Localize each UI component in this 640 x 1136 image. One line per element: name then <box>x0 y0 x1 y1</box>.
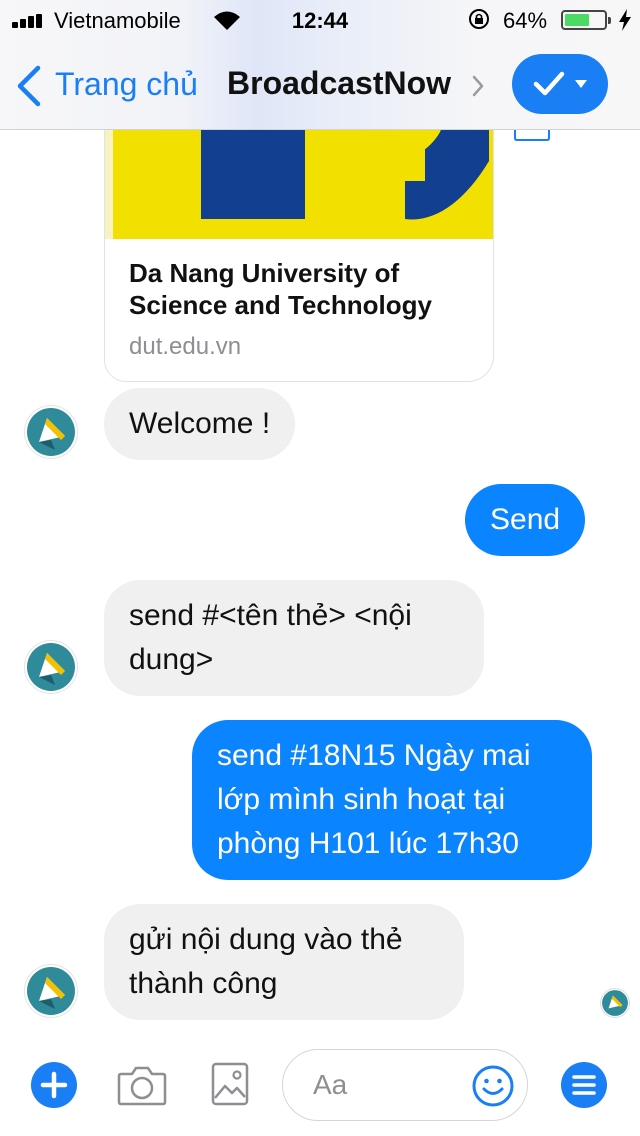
plus-icon <box>40 1071 68 1099</box>
bot-avatar[interactable] <box>24 640 78 694</box>
seen-indicator-avatar <box>600 988 630 1018</box>
checkmark-icon <box>533 71 565 96</box>
back-chevron-icon[interactable] <box>14 64 44 108</box>
link-preview-title: Da Nang University of Science and Techno… <box>129 258 432 320</box>
hamburger-menu-icon <box>572 1075 596 1095</box>
caret-down-icon <box>575 80 587 88</box>
status-bar: Vietnamobile 12:44 64% <box>0 0 640 40</box>
message-bubble-outgoing[interactable]: send #18N15 Ngày mai lớp mình sinh hoạt … <box>192 720 592 880</box>
gallery-icon[interactable] <box>211 1062 249 1106</box>
message-bubble-incoming[interactable]: Welcome ! <box>104 388 296 460</box>
message-bubble-incoming[interactable]: gửi nội dung vào thẻ thành công <box>104 904 464 1020</box>
chevron-right-icon[interactable] <box>471 74 485 98</box>
battery-percent: 64% <box>503 8 548 33</box>
megaphone-icon <box>27 967 75 1015</box>
status-toggle-button[interactable] <box>512 54 608 114</box>
navigation-bar: Trang chủ BroadcastNow <box>0 40 640 130</box>
megaphone-icon <box>602 990 628 1016</box>
battery-icon <box>561 10 611 30</box>
conversation: Da Nang University of Science and Techno… <box>0 0 640 1040</box>
message-bubble-incoming[interactable]: send #<tên thẻ> <nội dung> <box>104 580 484 696</box>
back-button[interactable]: Trang chủ <box>55 66 198 103</box>
charging-bolt-icon <box>619 9 631 31</box>
rotation-lock-icon <box>469 9 489 29</box>
bot-avatar[interactable] <box>24 964 78 1018</box>
composer-bar <box>0 1040 640 1136</box>
menu-button[interactable] <box>561 1062 607 1108</box>
add-button[interactable] <box>31 1062 77 1108</box>
megaphone-icon <box>27 643 75 691</box>
link-preview-domain: dut.edu.vn <box>129 333 242 360</box>
bot-avatar[interactable] <box>24 405 78 459</box>
link-preview-text: Da Nang University of Science and Techno… <box>129 257 479 361</box>
camera-icon[interactable] <box>117 1064 167 1106</box>
battery-level-fill <box>565 14 589 26</box>
megaphone-icon <box>27 408 75 456</box>
emoji-icon[interactable] <box>471 1064 515 1108</box>
message-bubble-outgoing[interactable]: Send <box>465 484 586 556</box>
header: Vietnamobile 12:44 64% Trang chủ Broadca… <box>0 0 640 130</box>
page-title[interactable]: BroadcastNow <box>227 65 451 102</box>
